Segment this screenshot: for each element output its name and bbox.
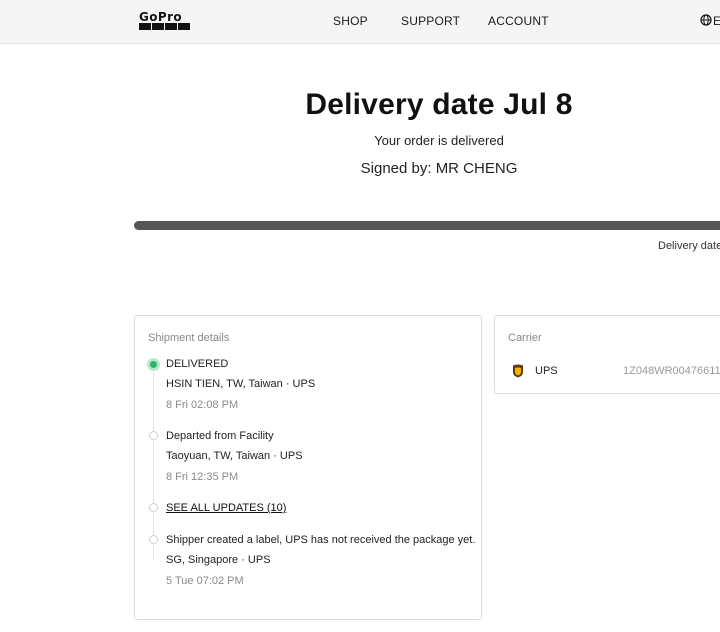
site-header: GoPro SHOP SUPPORT ACCOUNT E xyxy=(0,0,720,44)
event-location: SG, Singapore · UPS xyxy=(166,554,271,566)
delivery-status: Your order is delivered xyxy=(374,133,504,148)
globe-icon[interactable] xyxy=(700,14,712,26)
event-time: 8 Fri 12:35 PM xyxy=(166,471,239,483)
timeline-dot-icon xyxy=(149,503,158,512)
carrier-title: Carrier xyxy=(508,332,542,344)
carrier-card: Carrier UPS 1Z048WR00476611 5 xyxy=(494,315,720,394)
timeline-dot-icon xyxy=(149,431,158,440)
shipment-details-title: Shipment details xyxy=(148,332,230,344)
nav-account[interactable]: ACCOUNT xyxy=(488,14,549,28)
delivery-progress-bar xyxy=(134,221,720,230)
logo-wordmark: GoPro xyxy=(139,10,183,24)
shipment-details-card: Shipment details DELIVERED HSIN TIEN, TW… xyxy=(134,315,482,620)
language-selector[interactable]: E xyxy=(713,14,720,28)
timeline-dot-icon xyxy=(149,535,158,544)
nav-support[interactable]: SUPPORT xyxy=(401,14,460,28)
event-location: HSIN TIEN, TW, Taiwan · UPS xyxy=(166,378,316,390)
event-time: 5 Tue 07:02 PM xyxy=(166,575,244,587)
delivered-status-icon xyxy=(147,358,160,371)
tracking-number[interactable]: 1Z048WR00476611 5 xyxy=(623,365,720,377)
logo-blocks xyxy=(139,23,190,30)
timeline-line xyxy=(153,372,154,560)
event-status: Departed from Facility xyxy=(166,430,274,442)
event-location: Taoyuan, TW, Taiwan · UPS xyxy=(166,450,303,462)
ups-logo-icon xyxy=(513,364,523,378)
gopro-logo[interactable]: GoPro xyxy=(139,11,195,31)
nav-shop[interactable]: SHOP xyxy=(333,14,368,28)
progress-label: Delivery date xyxy=(658,240,720,252)
event-status: Shipper created a label, UPS has not rec… xyxy=(166,534,476,546)
carrier-name: UPS xyxy=(535,365,558,377)
see-all-updates-link[interactable]: SEE ALL UPDATES (10) xyxy=(166,502,286,514)
event-status: DELIVERED xyxy=(166,358,229,370)
event-time: 8 Fri 02:08 PM xyxy=(166,399,239,411)
delivery-title: Delivery date Jul 8 xyxy=(305,88,573,121)
signed-by: Signed by: MR CHENG xyxy=(360,160,518,177)
